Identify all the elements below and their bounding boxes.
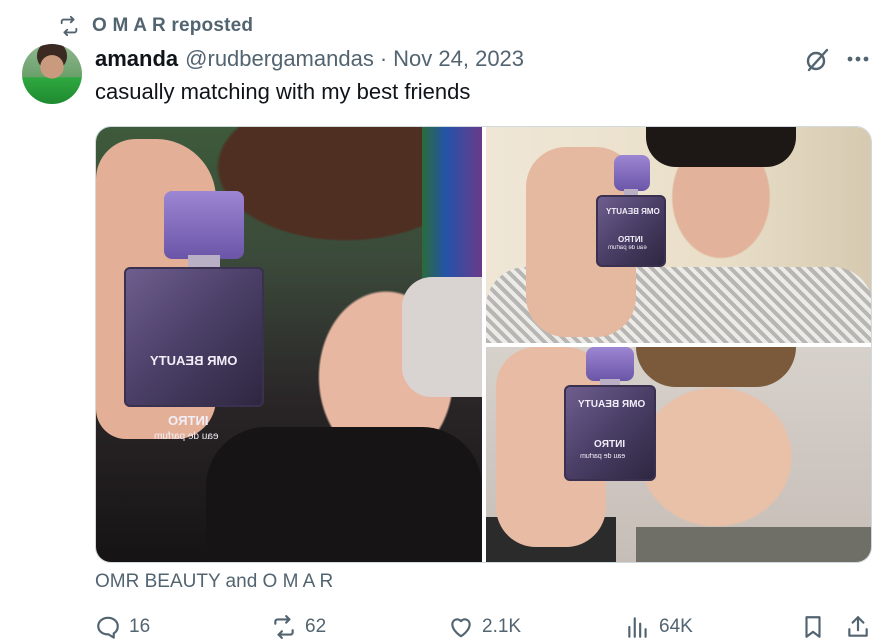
perfume-bottle: OMR BEAUTY INTRO eau de parfum (564, 347, 656, 481)
pillow (402, 277, 482, 397)
repost-count: 62 (305, 616, 327, 637)
reply-button[interactable]: 16 (95, 612, 150, 642)
background-flag (422, 127, 482, 297)
bottle-brand-label: OMR BEAUTY (150, 353, 238, 368)
bottle-brand-label: OMR BEAUTY (606, 207, 660, 216)
tweet-header: amanda @rudbergamandas · Nov 24, 2023 (95, 44, 524, 74)
tagged-users[interactable]: OMR BEAUTY and O M A R (95, 571, 333, 593)
media-grid: OMR BEAUTY INTRO eau de parfum OMR BEAUT… (95, 126, 872, 563)
bottle-sub-label: eau de parfum (580, 453, 626, 460)
repost-icon (274, 615, 294, 639)
bottle-brand-label: OMR BEAUTY (578, 399, 646, 410)
repost-icon (60, 15, 78, 37)
like-button[interactable]: 2.1K (448, 612, 521, 642)
shirt (206, 427, 482, 562)
repost-banner[interactable]: O M A R reposted (56, 14, 253, 38)
reply-icon (97, 616, 119, 639)
repost-button[interactable]: 62 (271, 612, 326, 642)
tweet-date[interactable]: Nov 24, 2023 (393, 46, 524, 72)
action-bar: 16 62 2.1K 64K (95, 612, 872, 642)
hair (636, 347, 796, 387)
media-photo-2[interactable]: OMR BEAUTY INTRO eau de parfum (486, 127, 871, 343)
shirt (636, 527, 871, 562)
perfume-bottle: OMR BEAUTY INTRO eau de parfum (596, 155, 666, 267)
bookmark-button[interactable] (800, 612, 826, 642)
reply-count: 16 (129, 616, 151, 637)
like-count: 2.1K (482, 616, 522, 637)
bottle-sub-label: eau de parfum (608, 245, 647, 251)
views-count: 64K (659, 616, 693, 637)
bottle-name-label: INTRO (618, 235, 643, 244)
perfume-bottle: OMR BEAUTY INTRO eau de parfum (124, 191, 264, 442)
share-button[interactable] (845, 612, 871, 642)
repost-banner-text[interactable]: O M A R reposted (92, 15, 253, 37)
heart-icon (451, 618, 471, 638)
media-photo-3[interactable]: OMR BEAUTY INTRO eau de parfum (486, 347, 871, 562)
views-button[interactable]: 64K (625, 612, 693, 642)
hair (646, 127, 796, 167)
bottle-name-label: INTRO (168, 413, 209, 428)
separator-dot: · (379, 46, 388, 71)
author-handle[interactable]: @rudbergamandas (185, 46, 374, 72)
share-icon (848, 616, 868, 637)
bottle-name-label: INTRO (594, 439, 626, 450)
media-photo-1[interactable]: OMR BEAUTY INTRO eau de parfum (96, 127, 482, 562)
views-icon (628, 617, 647, 638)
bookmark-icon (805, 616, 821, 638)
tweet-text: casually matching with my best friends (95, 79, 471, 104)
grok-icon[interactable] (803, 46, 831, 74)
avatar[interactable] (22, 44, 82, 104)
author-name[interactable]: amanda (95, 46, 178, 72)
more-options-icon[interactable] (845, 46, 871, 72)
bottle-sub-label: eau de parfum (154, 431, 219, 442)
